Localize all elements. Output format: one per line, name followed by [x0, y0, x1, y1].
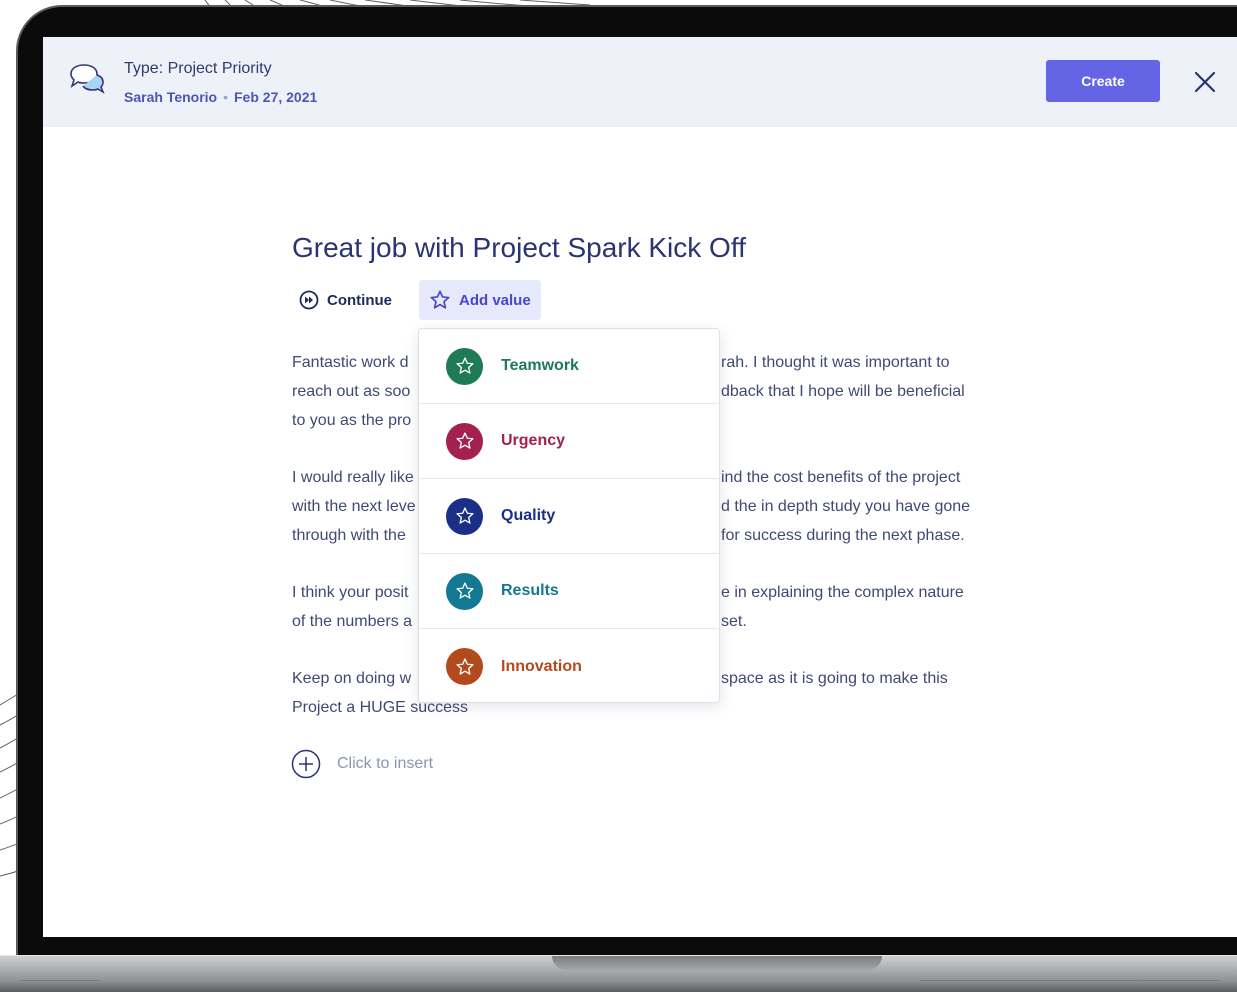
value-item-quality[interactable]: Quality — [419, 479, 719, 554]
value-label: Quality — [501, 507, 556, 524]
fast-forward-icon — [299, 290, 319, 310]
value-color-circle — [446, 347, 483, 385]
value-label: Urgency — [501, 432, 566, 449]
values-dropdown: Teamwork Urgency Quality Results Innovat… — [418, 328, 720, 703]
continue-button[interactable]: Continue — [289, 280, 402, 320]
value-item-urgency[interactable]: Urgency — [419, 404, 719, 479]
document-title[interactable]: Great job with Project Spark Kick Off — [292, 232, 746, 264]
create-button[interactable]: Create — [1046, 60, 1160, 102]
value-label: Innovation — [501, 657, 582, 675]
insert-label: Click to insert — [337, 755, 434, 772]
star-icon — [455, 432, 474, 449]
author-name[interactable]: Sarah Tenorio — [124, 89, 217, 105]
star-icon — [455, 357, 474, 374]
base-groove — [920, 980, 1220, 981]
value-color-circle — [446, 497, 483, 535]
document-date: Feb 27, 2021 — [234, 89, 318, 105]
plus-circle-icon — [291, 749, 321, 779]
continue-label: Continue — [327, 291, 392, 309]
insert-block-button[interactable]: Click to insert — [291, 749, 433, 779]
star-icon — [455, 657, 474, 675]
separator-dot: • — [223, 89, 228, 105]
add-value-label: Add value — [459, 291, 531, 309]
value-item-results[interactable]: Results — [419, 554, 719, 629]
app-screen: Type: Project Priority Sarah Tenorio • Feb… — [43, 37, 1237, 937]
value-color-circle — [446, 648, 483, 685]
star-icon — [455, 582, 474, 599]
document-meta: Sarah Tenorio • Feb 27, 2021 — [124, 89, 317, 105]
value-color-circle — [446, 572, 483, 610]
laptop-opening-notch — [552, 956, 882, 970]
star-icon — [455, 507, 474, 524]
value-label: Results — [501, 582, 559, 599]
document-type: Type: Project Priority — [124, 60, 272, 77]
value-label: Teamwork — [501, 357, 579, 374]
close-icon[interactable] — [1191, 68, 1219, 96]
value-color-circle — [446, 422, 483, 460]
document-header: Type: Project Priority Sarah Tenorio • Feb… — [43, 37, 1237, 127]
star-icon — [430, 290, 450, 309]
add-value-button[interactable]: Add value — [419, 280, 541, 320]
value-item-innovation[interactable]: Innovation — [419, 629, 719, 704]
chat-bubbles-icon — [70, 64, 105, 94]
value-item-teamwork[interactable]: Teamwork — [419, 329, 719, 404]
base-groove — [20, 980, 100, 981]
laptop-base — [0, 955, 1237, 992]
